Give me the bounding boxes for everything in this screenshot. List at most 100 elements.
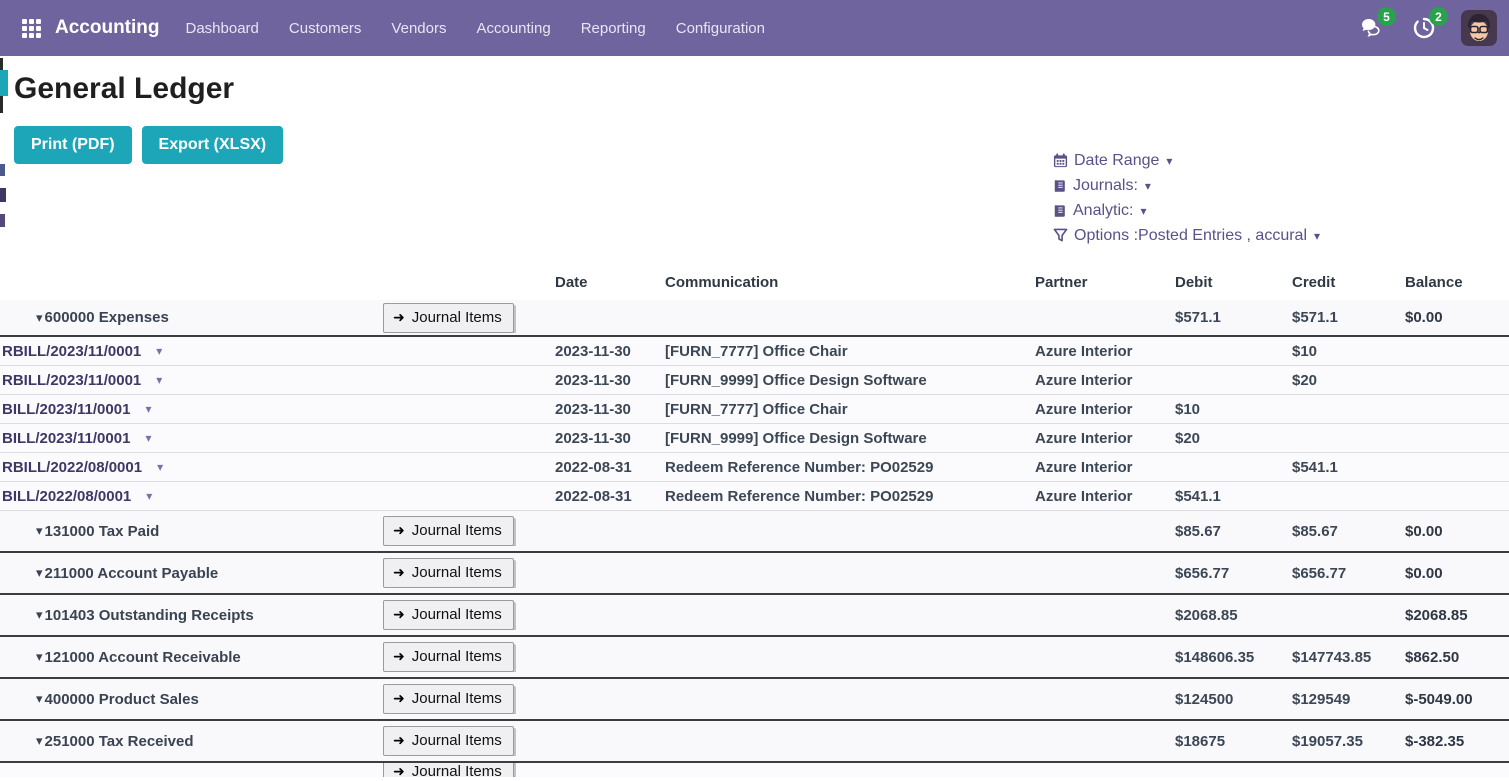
menu-vendors[interactable]: Vendors <box>391 20 446 37</box>
credit-value: $85.67 <box>1292 523 1405 540</box>
general-ledger-table: Date Communication Partner Debit Credit … <box>0 264 1509 777</box>
journal-items-button[interactable]: ➜Journal Items <box>383 684 514 714</box>
filter-analytic[interactable]: Analytic: ▾ <box>1053 198 1320 223</box>
caret-down-icon: ▾ <box>36 310 43 326</box>
caret-down-icon: ▾ <box>156 344 162 358</box>
account-name: 600000 Expenses <box>45 309 169 326</box>
move-name: RBILL/2023/11/0001 <box>2 372 141 389</box>
move-name: RBILL/2023/11/0001 <box>2 343 141 360</box>
journal-item-row: BILL/2023/11/0001 ▾ 2023-11-30 [FURN_999… <box>0 424 1509 453</box>
account-group-row-partial: ➜Journal Items <box>0 763 1509 777</box>
filter-funnel-icon <box>1053 228 1068 243</box>
account-group-row: ▾ 121000 Account Receivable ➜Journal Ite… <box>0 637 1509 679</box>
export-xlsx-button[interactable]: Export (XLSX) <box>142 126 284 164</box>
account-name: 400000 Product Sales <box>45 691 199 708</box>
filter-analytic-label: Analytic: <box>1073 202 1133 220</box>
activities-icon[interactable]: 2 <box>1409 13 1439 43</box>
move-name: RBILL/2022/08/0001 <box>2 459 142 476</box>
arrow-right-icon: ➜ <box>393 564 405 581</box>
move-name-dropdown[interactable]: RBILL/2023/11/0001 ▾ <box>0 372 383 389</box>
move-name: BILL/2023/11/0001 <box>2 430 130 447</box>
journal-items-button[interactable]: ➜Journal Items <box>383 600 514 630</box>
main-menu: Dashboard Customers Vendors Accounting R… <box>186 20 765 37</box>
menu-reporting[interactable]: Reporting <box>581 20 646 37</box>
top-navbar: Accounting Dashboard Customers Vendors A… <box>0 0 1509 56</box>
journal-items-button[interactable]: ➜Journal Items <box>383 303 514 333</box>
debit-value: $124500 <box>1175 691 1292 708</box>
move-date: 2022-08-31 <box>555 488 665 505</box>
account-toggle[interactable]: ▾ 251000 Tax Received <box>0 733 383 750</box>
debit-value: $2068.85 <box>1175 607 1292 624</box>
caret-down-icon: ▾ <box>36 523 43 539</box>
move-communication: [FURN_7777] Office Chair <box>665 401 1035 418</box>
filter-options[interactable]: Options :Posted Entries , accural ▾ <box>1053 223 1320 248</box>
arrow-right-icon: ➜ <box>393 309 405 326</box>
move-name-dropdown[interactable]: RBILL/2022/08/0001 ▾ <box>0 459 383 476</box>
print-pdf-button[interactable]: Print (PDF) <box>14 126 132 164</box>
caret-down-icon: ▾ <box>145 402 151 416</box>
menu-configuration[interactable]: Configuration <box>676 20 765 37</box>
arrow-right-icon: ➜ <box>393 690 405 707</box>
menu-accounting[interactable]: Accounting <box>476 20 550 37</box>
filter-date-range[interactable]: Date Range ▾ <box>1053 148 1320 173</box>
account-toggle[interactable]: ▾ 600000 Expenses <box>0 309 383 326</box>
journal-item-row: RBILL/2022/08/0001 ▾ 2022-08-31 Redeem R… <box>0 453 1509 482</box>
move-name-dropdown[interactable]: RBILL/2023/11/0001 ▾ <box>0 343 383 360</box>
messages-badge: 5 <box>1377 7 1396 26</box>
move-name-dropdown[interactable]: BILL/2023/11/0001 ▾ <box>0 401 383 418</box>
user-avatar[interactable] <box>1461 10 1497 46</box>
caret-down-icon: ▾ <box>36 649 43 665</box>
caret-down-icon: ▾ <box>36 607 43 623</box>
move-name-dropdown[interactable]: BILL/2023/11/0001 ▾ <box>0 430 383 447</box>
account-toggle[interactable]: ▾ 211000 Account Payable <box>0 565 383 582</box>
credit-value: $10 <box>1292 343 1405 360</box>
account-toggle[interactable]: ▾ 101403 Outstanding Receipts <box>0 607 383 624</box>
account-toggle[interactable]: ▾ 400000 Product Sales <box>0 691 383 708</box>
balance-value: $0.00 <box>1405 565 1509 582</box>
credit-value: $129549 <box>1292 691 1405 708</box>
report-filters: Date Range ▾ Journals: ▾ Analytic: ▾ <box>1053 148 1320 248</box>
balance-value: $-382.35 <box>1405 733 1509 750</box>
caret-down-icon: ▾ <box>156 373 162 387</box>
move-communication: Redeem Reference Number: PO02529 <box>665 459 1035 476</box>
journal-items-button[interactable]: ➜Journal Items <box>383 558 514 588</box>
move-date: 2023-11-30 <box>555 401 665 418</box>
col-header-partner: Partner <box>1035 274 1175 291</box>
debit-value: $656.77 <box>1175 565 1292 582</box>
move-name-dropdown[interactable]: BILL/2022/08/0001 ▾ <box>0 488 383 505</box>
journal-icon <box>1053 179 1067 193</box>
journal-items-button[interactable]: ➜Journal Items <box>383 763 514 777</box>
col-header-balance: Balance <box>1405 274 1509 291</box>
balance-value: $-5049.00 <box>1405 691 1509 708</box>
journal-item-row: BILL/2023/11/0001 ▾ 2023-11-30 [FURN_777… <box>0 395 1509 424</box>
move-communication: Redeem Reference Number: PO02529 <box>665 488 1035 505</box>
journal-items-button[interactable]: ➜Journal Items <box>383 642 514 672</box>
table-header-row: Date Communication Partner Debit Credit … <box>0 264 1509 300</box>
filter-journals[interactable]: Journals: ▾ <box>1053 173 1320 198</box>
app-name[interactable]: Accounting <box>55 17 160 39</box>
chevron-down-icon: ▾ <box>1140 204 1146 218</box>
apps-grid-icon[interactable] <box>22 19 41 38</box>
account-group-row: ▾ 600000 Expenses ➜Journal Items $571.1 … <box>0 300 1509 337</box>
debit-value: $85.67 <box>1175 523 1292 540</box>
journal-items-button[interactable]: ➜Journal Items <box>383 516 514 546</box>
menu-dashboard[interactable]: Dashboard <box>186 20 259 37</box>
credit-value: $656.77 <box>1292 565 1405 582</box>
move-partner: Azure Interior <box>1035 430 1175 447</box>
move-date: 2023-11-30 <box>555 343 665 360</box>
menu-customers[interactable]: Customers <box>289 20 362 37</box>
arrow-right-icon: ➜ <box>393 763 405 777</box>
balance-value: $0.00 <box>1405 309 1509 326</box>
account-toggle[interactable]: ▾ 131000 Tax Paid <box>0 523 383 540</box>
col-header-communication: Communication <box>665 274 1035 291</box>
journal-items-button[interactable]: ➜Journal Items <box>383 726 514 756</box>
account-name: 121000 Account Receivable <box>45 649 241 666</box>
credit-value: $147743.85 <box>1292 649 1405 666</box>
col-header-date: Date <box>555 274 665 291</box>
account-toggle[interactable]: ▾ 121000 Account Receivable <box>0 649 383 666</box>
debit-value: $571.1 <box>1175 309 1292 326</box>
general-ledger-page: General Ledger Print (PDF) Export (XLSX)… <box>0 72 1509 777</box>
journal-icon <box>1053 204 1067 218</box>
debit-value: $148606.35 <box>1175 649 1292 666</box>
messages-icon[interactable]: 5 <box>1357 13 1387 43</box>
